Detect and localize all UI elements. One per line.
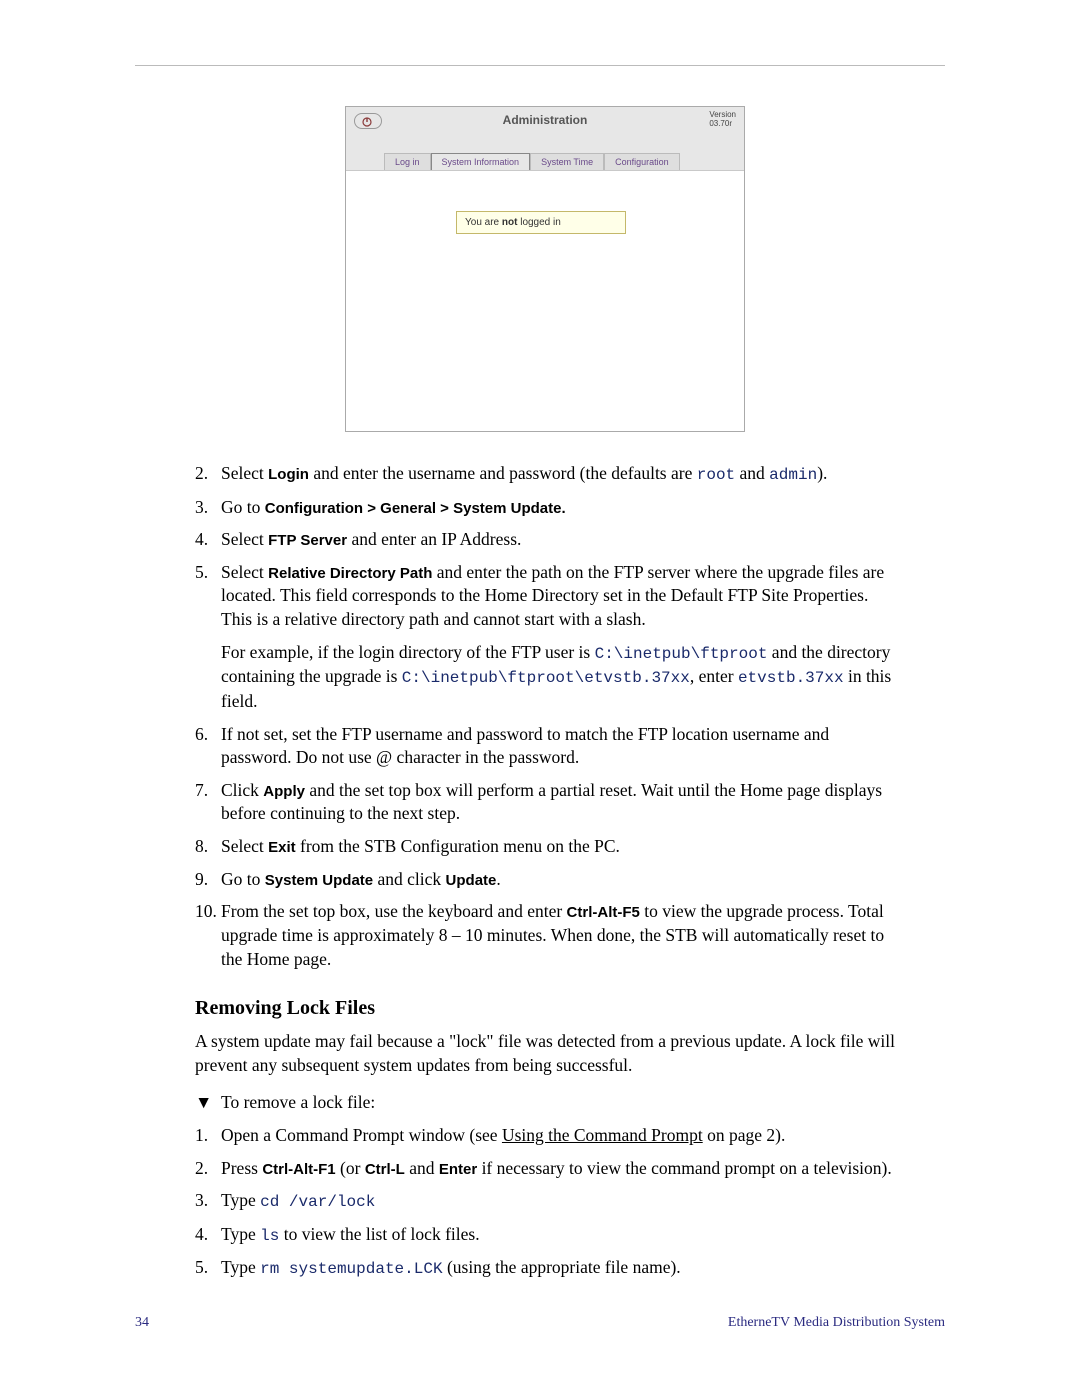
step-item: 10.From the set top box, use the keyboar… xyxy=(195,900,895,971)
step-item: 1.Open a Command Prompt window (see Usin… xyxy=(195,1124,895,1148)
admin-header: Administration Version 03.70r Log in Sys… xyxy=(346,107,744,171)
step-item: 8.Select Exit from the STB Configuration… xyxy=(195,835,895,859)
admin-panel-figure: Administration Version 03.70r Log in Sys… xyxy=(345,106,745,432)
step-body: Type rm systemupdate.LCK (using the appr… xyxy=(221,1256,895,1281)
step-item: 4.Type ls to view the list of lock files… xyxy=(195,1223,895,1248)
step-item: 3.Type cd /var/lock xyxy=(195,1189,895,1214)
step-body: Select Relative Directory Path and enter… xyxy=(221,561,895,714)
tab-login[interactable]: Log in xyxy=(384,153,431,170)
admin-body: You are not logged in xyxy=(346,171,744,431)
steps-list-a: 2.Select Login and enter the username an… xyxy=(195,462,895,971)
step-number: 7. xyxy=(195,779,221,826)
step-item: 3.Go to Configuration > General > System… xyxy=(195,496,895,520)
admin-version: Version 03.70r xyxy=(709,111,736,129)
version-value: 03.70r xyxy=(709,119,732,128)
step-body: Open a Command Prompt window (see Using … xyxy=(221,1124,895,1148)
step-number: 3. xyxy=(195,1189,221,1214)
step-body: Click Apply and the set top box will per… xyxy=(221,779,895,826)
section-heading-removing-lock-files: Removing Lock Files xyxy=(195,997,895,1020)
step-item: 5.Select Relative Directory Path and ent… xyxy=(195,561,895,714)
steps-list-b: 1.Open a Command Prompt window (see Usin… xyxy=(195,1124,895,1281)
lead-item: ▼ To remove a lock file: xyxy=(195,1091,895,1115)
step-body: From the set top box, use the keyboard a… xyxy=(221,900,895,971)
step-body: Type ls to view the list of lock files. xyxy=(221,1223,895,1248)
step-number: 9. xyxy=(195,868,221,892)
step-item: 2.Press Ctrl-Alt-F1 (or Ctrl-L and Enter… xyxy=(195,1157,895,1181)
footer-title: EtherneTV Media Distribution System xyxy=(728,1315,945,1331)
step-number: 6. xyxy=(195,723,221,770)
tab-system-time[interactable]: System Time xyxy=(530,153,604,170)
step-body: Press Ctrl-Alt-F1 (or Ctrl-L and Enter i… xyxy=(221,1157,895,1181)
step-number: 2. xyxy=(195,462,221,487)
step-number: 5. xyxy=(195,1256,221,1281)
step-number: 8. xyxy=(195,835,221,859)
step-body: If not set, set the FTP username and pas… xyxy=(221,723,895,770)
login-msg-post: logged in xyxy=(517,217,560,228)
tab-configuration[interactable]: Configuration xyxy=(604,153,680,170)
step-item: 2.Select Login and enter the username an… xyxy=(195,462,895,487)
admin-title: Administration xyxy=(346,113,744,127)
login-msg-pre: You are xyxy=(465,217,502,228)
step-number: 10. xyxy=(195,900,221,971)
page-number: 34 xyxy=(135,1315,149,1331)
step-item: 9.Go to System Update and click Update. xyxy=(195,868,895,892)
login-msg-bold: not xyxy=(502,217,518,228)
step-item: 7.Click Apply and the set top box will p… xyxy=(195,779,895,826)
step-number: 3. xyxy=(195,496,221,520)
step-item: 5.Type rm systemupdate.LCK (using the ap… xyxy=(195,1256,895,1281)
step-body: Select FTP Server and enter an IP Addres… xyxy=(221,528,895,552)
step-number: 4. xyxy=(195,1223,221,1248)
step-item: 6.If not set, set the FTP username and p… xyxy=(195,723,895,770)
step-number: 4. xyxy=(195,528,221,552)
top-rule xyxy=(135,65,945,66)
version-label: Version xyxy=(709,110,736,119)
step-number: 5. xyxy=(195,561,221,714)
step-body: Go to System Update and click Update. xyxy=(221,868,895,892)
step-body-extra: For example, if the login directory of t… xyxy=(221,641,895,714)
step-body: Select Login and enter the username and … xyxy=(221,462,895,487)
step-number: 1. xyxy=(195,1124,221,1148)
tab-system-information[interactable]: System Information xyxy=(431,153,531,170)
section2-intro: A system update may fail because a "lock… xyxy=(195,1030,895,1077)
step-body: Select Exit from the STB Configuration m… xyxy=(221,835,895,859)
triangle-icon: ▼ xyxy=(195,1091,221,1115)
step-body: Type cd /var/lock xyxy=(221,1189,895,1214)
lead-text: To remove a lock file: xyxy=(221,1091,375,1115)
admin-tabs: Log in System Information System Time Co… xyxy=(354,153,736,170)
step-body: Go to Configuration > General > System U… xyxy=(221,496,895,520)
login-status-box: You are not logged in xyxy=(456,211,626,234)
step-item: 4.Select FTP Server and enter an IP Addr… xyxy=(195,528,895,552)
step-number: 2. xyxy=(195,1157,221,1181)
page-footer: 34 EtherneTV Media Distribution System xyxy=(135,1315,945,1331)
